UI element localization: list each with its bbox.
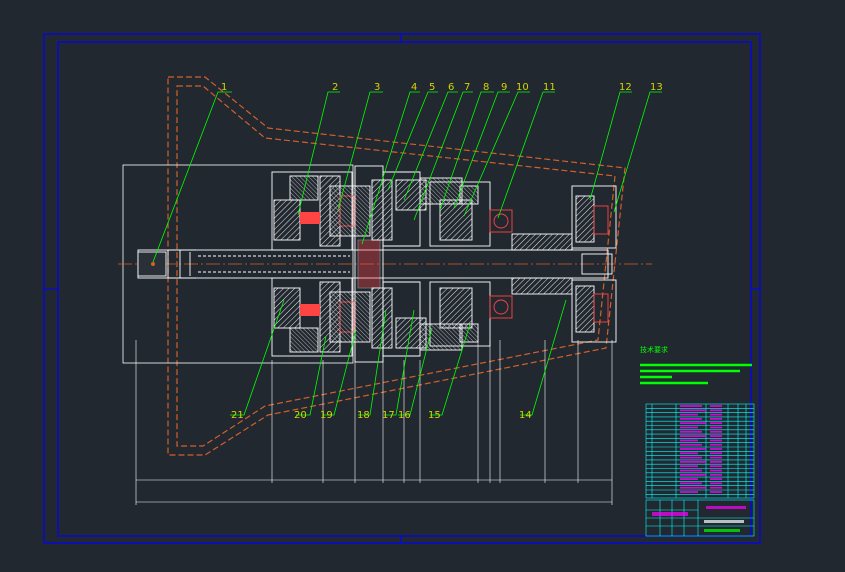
leader-lines	[152, 91, 662, 416]
part-label-21: 21	[231, 410, 244, 421]
parts-list-row-mark	[710, 482, 722, 485]
part-label-11: 11	[543, 82, 556, 93]
parts-list-row-mark	[710, 409, 722, 412]
part-label-8: 8	[483, 82, 489, 93]
parts-list-row-mark	[680, 486, 706, 489]
part-label-4: 4	[411, 82, 417, 93]
parts-list-row-mark	[710, 491, 722, 493]
parts-list-row-mark	[680, 405, 702, 407]
parts-list-row-mark	[680, 426, 698, 429]
part-label-3: 3	[374, 82, 380, 93]
part-label-7: 7	[464, 82, 470, 93]
parts-list-row-mark	[710, 448, 722, 450]
parts-list-row-mark	[680, 439, 698, 442]
part-label-10: 10	[516, 82, 529, 93]
part-label-13: 13	[650, 82, 663, 93]
part-label-14: 14	[519, 410, 532, 421]
parts-list-row-mark	[710, 430, 722, 433]
parts-list-row-mark	[710, 469, 722, 472]
part-label-15: 15	[428, 410, 441, 421]
parts-list-row-mark	[710, 422, 722, 425]
tech-req-title: 技术要求	[640, 345, 668, 354]
part-label-12: 12	[619, 82, 632, 93]
parts-list-row-mark	[710, 435, 722, 437]
parts-list-row-mark	[680, 456, 702, 459]
part-label-5: 5	[429, 82, 435, 93]
parts-list-row-mark	[710, 473, 722, 476]
parts-list-row-mark	[710, 443, 722, 446]
part-label-19: 19	[320, 410, 333, 421]
part-label-18: 18	[357, 410, 370, 421]
parts-list-text	[680, 405, 722, 493]
parts-list-row-mark	[680, 482, 702, 485]
parts-list-row-mark	[680, 461, 706, 463]
parts-list-row-mark	[710, 465, 722, 468]
part-label-6: 6	[448, 82, 454, 93]
part-labels: 1 2 3 4 5 6 7 8 9 10 11 12 13 14 15 16 1…	[221, 82, 663, 421]
parts-list-row-mark	[710, 486, 722, 489]
parts-list-row-mark	[710, 456, 722, 459]
parts-list-row-mark	[680, 448, 706, 450]
cad-drawing-canvas: 1 2 3 4 5 6 7 8 9 10 11 12 13 14 15 16 1…	[43, 33, 761, 544]
parts-list-row-mark	[680, 430, 702, 433]
parts-list-row-mark	[710, 478, 722, 480]
parts-list-row-mark	[680, 452, 698, 455]
parts-list-row-mark	[680, 413, 698, 416]
technical-requirements: 技术要求	[640, 345, 752, 385]
parts-list-row-mark	[680, 478, 698, 480]
parts-list-row-mark	[710, 426, 722, 429]
part-label-9: 9	[501, 82, 507, 93]
sheet-frame	[43, 33, 761, 544]
parts-list-row-mark	[680, 443, 702, 446]
parts-list-row-mark	[710, 439, 722, 442]
part-label-16: 16	[398, 410, 411, 421]
dimension-lines	[135, 340, 613, 505]
title-block	[645, 499, 755, 537]
parts-list-row-mark	[680, 473, 706, 476]
parts-list-row-mark	[710, 418, 722, 420]
parts-list-row-mark	[680, 465, 698, 468]
parts-list-row-mark	[710, 405, 722, 407]
part-label-17: 17	[382, 410, 395, 421]
part-label-1: 1	[221, 82, 227, 93]
parts-list-row-mark	[680, 435, 706, 437]
part-label-20: 20	[294, 410, 307, 421]
part-label-2: 2	[332, 82, 338, 93]
parts-list-row-mark	[710, 461, 722, 463]
parts-list-row-mark	[680, 469, 702, 472]
parts-list-row-mark	[680, 409, 706, 412]
parts-list-row-mark	[710, 413, 722, 416]
parts-list-row-mark	[680, 491, 698, 493]
parts-list-row-mark	[680, 422, 706, 425]
parts-list-row-mark	[680, 418, 702, 420]
parts-list-row-mark	[710, 452, 722, 455]
